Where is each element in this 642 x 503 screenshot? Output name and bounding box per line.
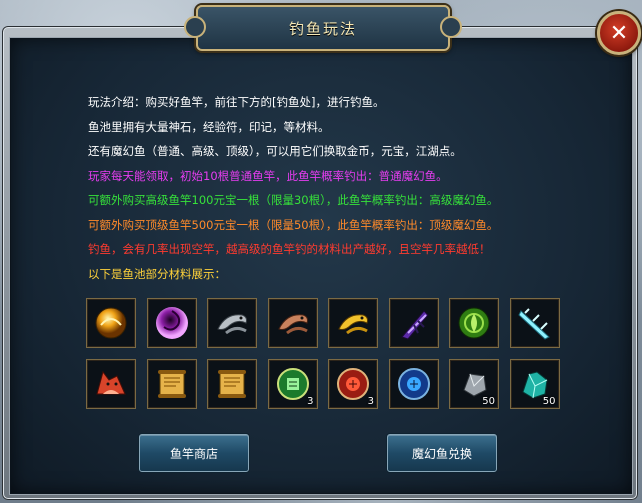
blue-seal-icon (393, 363, 435, 405)
close-button[interactable]: ✕ (597, 11, 641, 55)
item-slot[interactable] (449, 298, 499, 348)
gold-fish-icon (332, 302, 374, 344)
purple-claw-icon (393, 302, 435, 344)
item-slot[interactable]: 50 (509, 359, 560, 409)
item-slot[interactable] (86, 298, 136, 348)
item-count: 3 (367, 396, 374, 407)
item-slot[interactable] (207, 359, 257, 409)
desc-line: 钓鱼，会有几率出现空竿，越高级的鱼竿钓的材料出产越好，且空竿几率越低！ (88, 242, 491, 256)
item-slot[interactable] (388, 359, 439, 409)
item-slot[interactable] (86, 359, 136, 409)
desc-line: 鱼池里拥有大量神石，经验符，印记，等材料。 (88, 119, 330, 134)
item-slot[interactable] (146, 298, 197, 348)
ice-blade-icon (514, 302, 556, 344)
material-grid: 3 3 50 50 (86, 298, 566, 409)
close-x-icon: ✕ (609, 20, 629, 46)
rules-description: 玩法介绍：购买好鱼竿，前往下方的[钓鱼处]，进行钓鱼。 鱼池里拥有大量神石，经验… (88, 90, 608, 286)
magic-fish-exchange-button[interactable]: 魔幻鱼兑换 (387, 434, 497, 472)
scroll-icon (151, 363, 193, 405)
item-slot[interactable] (146, 359, 197, 409)
scroll-icon (211, 363, 253, 405)
rod-shop-button[interactable]: 鱼竿商店 (139, 434, 249, 472)
item-slot[interactable] (328, 298, 378, 348)
green-rune-orb-icon (453, 302, 495, 344)
silver-fish-icon (211, 302, 253, 344)
title-plate: 钓鱼玩法 (184, 5, 462, 51)
desc-line: 可额外购买高级鱼竿100元宝一根（限量30根），此鱼竿概率钓出：高级魔幻鱼。 (88, 193, 499, 207)
item-count: 50 (482, 396, 495, 407)
item-slot[interactable] (509, 298, 560, 348)
item-slot[interactable] (207, 298, 257, 348)
item-slot[interactable] (267, 298, 318, 348)
desc-line: 玩法介绍：购买好鱼竿，前往下方的[钓鱼处]，进行钓鱼。 (88, 95, 385, 109)
desc-line: 以下是鱼池部分材料展示： (88, 266, 226, 281)
copper-fish-icon (272, 302, 314, 344)
desc-line: 玩家每天能领取，初始10根普通鱼竿，此鱼竿概率钓出：普通魔幻鱼。 (88, 168, 448, 183)
item-slot[interactable]: 50 (449, 359, 499, 409)
item-slot[interactable] (388, 298, 439, 348)
item-slot[interactable]: 3 (267, 359, 318, 409)
item-count: 50 (542, 396, 556, 407)
purple-vortex-orb-icon (151, 302, 193, 344)
red-fox-icon (90, 363, 132, 405)
window-title: 钓鱼玩法 (288, 19, 357, 38)
item-slot[interactable]: 3 (328, 359, 378, 409)
desc-line: 还有魔幻鱼（普通、高级、顶级），可以用它们换取金币，元宝，江湖点。 (88, 144, 462, 158)
item-count: 3 (307, 396, 314, 407)
gold-orb-icon (90, 302, 132, 344)
desc-line: 可额外购买顶级鱼竿500元宝一根（限量50根），此鱼竿概率钓出：顶级魔幻鱼。 (88, 217, 499, 232)
